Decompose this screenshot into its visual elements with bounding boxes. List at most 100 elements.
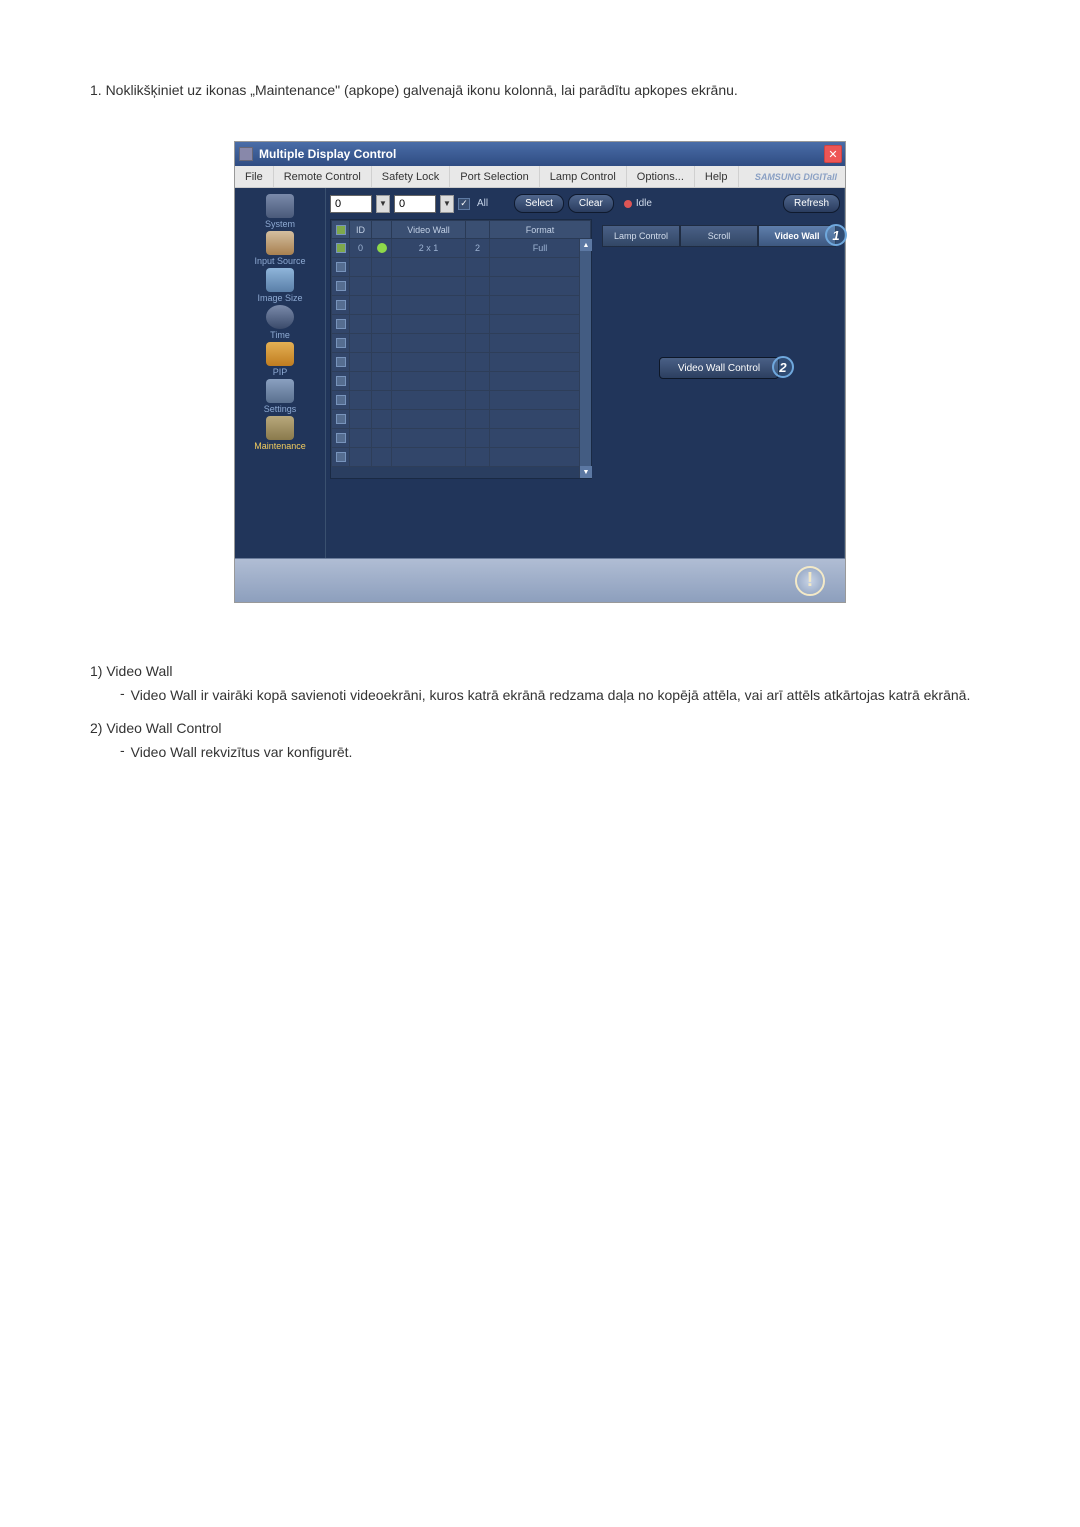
tab-video-wall[interactable]: Video Wall 1: [758, 225, 836, 247]
clear-button[interactable]: Clear: [568, 194, 614, 213]
table-row[interactable]: [332, 448, 591, 467]
cell-divider: 2: [466, 239, 490, 258]
table-row[interactable]: [332, 429, 591, 448]
app-window: Multiple Display Control ✕ File Remote C…: [234, 141, 846, 603]
table-row[interactable]: [332, 353, 591, 372]
table-row[interactable]: [332, 334, 591, 353]
dash-icon: -: [120, 685, 125, 701]
row-checkbox[interactable]: [336, 357, 346, 367]
toolbar-row: 0 ▼ 0 ▼ All Select Clear Idle Refresh: [330, 194, 840, 213]
col-status: [372, 221, 392, 239]
status-online-icon: [377, 243, 387, 253]
table-row[interactable]: [332, 277, 591, 296]
idle-label: Idle: [636, 198, 652, 209]
annotation-2: 2: [772, 356, 794, 378]
list-item-1-title: 1) Video Wall: [90, 663, 990, 679]
list-item-2-title: 2) Video Wall Control: [90, 720, 990, 736]
table-row[interactable]: [332, 315, 591, 334]
sidebar-item-maintenance[interactable]: Maintenance: [239, 416, 321, 451]
sidebar-label-pip: PIP: [273, 367, 288, 377]
tab-lamp-control[interactable]: Lamp Control: [602, 225, 680, 247]
row-checkbox[interactable]: [336, 433, 346, 443]
description-list: 1) Video Wall - Video Wall ir vairāki ko…: [90, 663, 990, 763]
row-checkbox[interactable]: [336, 376, 346, 386]
row-checkbox[interactable]: [336, 395, 346, 405]
cell-id: 0: [350, 239, 372, 258]
table-row[interactable]: 0 2 x 1 2 Full: [332, 239, 591, 258]
sidebar-label-image-size: Image Size: [257, 293, 302, 303]
close-button[interactable]: ✕: [824, 145, 842, 163]
row-checkbox[interactable]: [336, 300, 346, 310]
row-checkbox[interactable]: [336, 338, 346, 348]
sidebar-label-time: Time: [270, 330, 290, 340]
info-icon[interactable]: !: [795, 566, 825, 596]
table-header-row: ID Video Wall Format: [332, 221, 591, 239]
pip-icon: [266, 342, 294, 366]
row-checkbox[interactable]: [336, 243, 346, 253]
main-area: System Input Source Image Size Time PIP: [235, 188, 845, 558]
refresh-button[interactable]: Refresh: [783, 194, 840, 213]
cell-format: Full: [490, 239, 591, 258]
menu-options[interactable]: Options...: [627, 166, 695, 187]
idle-dot-icon: [624, 200, 632, 208]
right-panel: Lamp Control Scroll Video Wall 1 Video W…: [598, 219, 840, 552]
menu-port-selection[interactable]: Port Selection: [450, 166, 539, 187]
sidebar-item-system[interactable]: System: [239, 194, 321, 229]
sidebar-item-image-size[interactable]: Image Size: [239, 268, 321, 303]
scroll-up-icon[interactable]: ▲: [580, 239, 592, 251]
all-checkbox[interactable]: [458, 198, 470, 210]
tabs-row: Lamp Control Scroll Video Wall 1: [602, 225, 836, 247]
menu-file[interactable]: File: [235, 166, 274, 187]
row-checkbox[interactable]: [336, 281, 346, 291]
tab-scroll[interactable]: Scroll: [680, 225, 758, 247]
sidebar-item-settings[interactable]: Settings: [239, 379, 321, 414]
list-item-1-desc: Video Wall ir vairāki kopā savienoti vid…: [131, 685, 971, 706]
sidebar-label-input-source: Input Source: [254, 256, 305, 266]
cell-video-wall: 2 x 1: [392, 239, 466, 258]
num-field-1[interactable]: 0: [330, 195, 372, 213]
num-field-2[interactable]: 0: [394, 195, 436, 213]
row-checkbox[interactable]: [336, 262, 346, 272]
dropdown-arrow-1[interactable]: ▼: [376, 195, 390, 213]
footer-bar: !: [235, 558, 845, 602]
sidebar-label-maintenance: Maintenance: [254, 441, 306, 451]
table-row[interactable]: [332, 296, 591, 315]
sidebar-label-settings: Settings: [264, 404, 297, 414]
sidebar: System Input Source Image Size Time PIP: [235, 188, 325, 558]
col-id: ID: [350, 221, 372, 239]
input-source-icon: [266, 231, 294, 255]
video-wall-control-button[interactable]: Video Wall Control 2: [659, 357, 779, 379]
image-size-icon: [266, 268, 294, 292]
scroll-down-icon[interactable]: ▼: [580, 466, 592, 478]
table-row[interactable]: [332, 410, 591, 429]
dropdown-arrow-2[interactable]: ▼: [440, 195, 454, 213]
header-checkbox-icon[interactable]: [336, 225, 346, 235]
menu-help[interactable]: Help: [695, 166, 739, 187]
menu-safety-lock[interactable]: Safety Lock: [372, 166, 450, 187]
sidebar-item-pip[interactable]: PIP: [239, 342, 321, 377]
col-divider: [466, 221, 490, 239]
all-label: All: [477, 198, 488, 209]
sidebar-item-time[interactable]: Time: [239, 305, 321, 340]
table-row[interactable]: [332, 391, 591, 410]
sidebar-item-input-source[interactable]: Input Source: [239, 231, 321, 266]
menu-bar: File Remote Control Safety Lock Port Sel…: [235, 166, 845, 188]
tab-video-wall-label: Video Wall: [774, 231, 819, 241]
title-bar: Multiple Display Control ✕: [235, 142, 845, 166]
menu-lamp-control[interactable]: Lamp Control: [540, 166, 627, 187]
row-checkbox[interactable]: [336, 414, 346, 424]
table-row[interactable]: [332, 372, 591, 391]
video-wall-control-label: Video Wall Control: [678, 363, 760, 374]
col-format: Format: [490, 221, 591, 239]
row-checkbox[interactable]: [336, 452, 346, 462]
display-table: ID Video Wall Format 0 2 x 1: [330, 219, 592, 479]
system-icon: [266, 194, 294, 218]
row-checkbox[interactable]: [336, 319, 346, 329]
time-icon: [266, 305, 294, 329]
select-button[interactable]: Select: [514, 194, 564, 213]
menu-remote-control[interactable]: Remote Control: [274, 166, 372, 187]
col-video-wall: Video Wall: [392, 221, 466, 239]
table-row[interactable]: [332, 258, 591, 277]
scrollbar[interactable]: ▲ ▼: [579, 239, 591, 478]
center-panel: 0 ▼ 0 ▼ All Select Clear Idle Refresh: [325, 188, 845, 558]
